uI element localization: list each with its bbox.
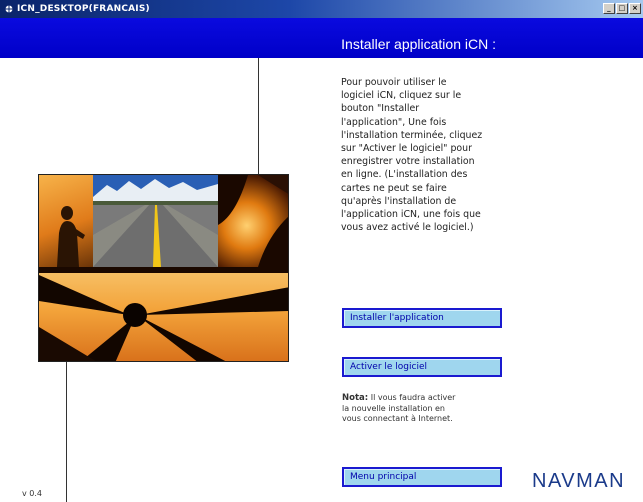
instructions-text: Pour pouvoir utiliser le logiciel iCN, c… xyxy=(341,76,503,234)
version-label: v 0.4 xyxy=(22,489,42,498)
note-label: Nota: xyxy=(342,393,369,403)
instructions-line: l'application iCN, une fois que xyxy=(341,209,481,221)
instructions-line: en ligne. (L'installation des xyxy=(341,169,468,181)
instructions-line: sur "Activer le logiciel" pour xyxy=(341,143,472,155)
app-icon xyxy=(4,4,14,14)
instructions-line: l'installation terminée, cliquez xyxy=(341,129,483,141)
photo-person-silhouette xyxy=(39,175,93,267)
window-title: ICN_DESKTOP(FRANCAIS) xyxy=(17,4,150,14)
brand-logo: NAVMAN xyxy=(532,470,626,492)
photo-collage xyxy=(38,174,289,362)
instructions-line: vous avez activé le logiciel.) xyxy=(341,222,474,234)
window-controls: _ □ × xyxy=(603,3,641,14)
photo-aircraft-propeller xyxy=(39,267,288,361)
note-line: Il vous faudra activer xyxy=(370,393,456,402)
divider-line-bottom xyxy=(66,360,67,502)
page-title: Installer application iCN : xyxy=(341,36,496,52)
instructions-line: cartes ne peut se faire xyxy=(341,182,447,194)
instructions-line: qu'après l'installation de xyxy=(341,195,457,207)
activation-note: Nota: Il vous faudra activer la nouvelle… xyxy=(342,393,502,425)
note-line: vous connectant à Internet. xyxy=(342,414,453,423)
divider-line-top xyxy=(258,58,259,176)
activate-software-button[interactable]: Activer le logiciel xyxy=(342,357,502,377)
header-banner: Installer application iCN : xyxy=(0,18,643,58)
install-application-button[interactable]: Installer l'application xyxy=(342,308,502,328)
main-menu-button[interactable]: Menu principal xyxy=(342,467,502,487)
window-title-bar[interactable]: ICN_DESKTOP(FRANCAIS) _ □ × xyxy=(0,0,643,18)
photo-sunset-propeller xyxy=(218,175,288,267)
instructions-line: bouton "Installer xyxy=(341,103,420,115)
instructions-line: logiciel iCN, cliquez sur le xyxy=(341,90,462,102)
instructions-line: l'application", Une fois xyxy=(341,116,447,128)
instructions-line: Pour pouvoir utiliser le xyxy=(341,77,447,88)
maximize-icon[interactable]: □ xyxy=(616,3,628,14)
photo-road-mountains xyxy=(93,175,218,267)
instructions-line: enregistrer votre installation xyxy=(341,156,475,168)
close-icon[interactable]: × xyxy=(629,3,641,14)
note-line: la nouvelle installation en xyxy=(342,403,445,413)
minimize-icon[interactable]: _ xyxy=(603,3,615,14)
